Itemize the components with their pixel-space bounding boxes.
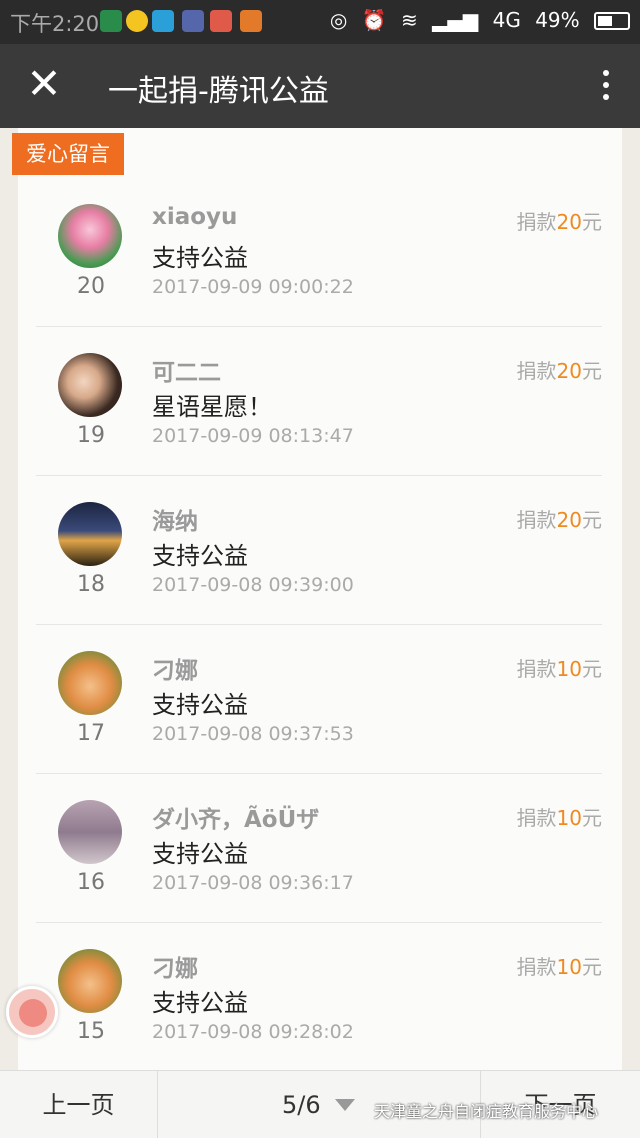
close-icon[interactable]: ✕ xyxy=(24,63,64,105)
watermark: 天津童之舟自闭症教育服务中心 xyxy=(374,1102,599,1121)
donation-amount: 捐款20元 xyxy=(516,210,602,234)
donation-amount: 捐款10元 xyxy=(516,955,602,979)
battery-icon xyxy=(594,12,630,30)
avatar[interactable] xyxy=(58,949,122,1013)
donation-rank: 16 xyxy=(77,870,105,895)
donation-time: 2017-09-09 09:00:22 xyxy=(152,276,354,298)
page-title: 一起捐-腾讯公益 xyxy=(108,74,329,109)
donation-rank: 17 xyxy=(77,721,105,746)
title-bar: ✕ 一起捐-腾讯公益 xyxy=(0,44,640,128)
donation-message: 支持公益 xyxy=(152,840,248,868)
upload-icon xyxy=(182,10,204,32)
donation-time: 2017-09-08 09:37:53 xyxy=(152,723,354,745)
status-right: ◎ ⏰ ≋ ▂▄▆ 4G 49% xyxy=(322,8,630,32)
donation-list: 20 xiaoyu 支持公益 2017-09-09 09:00:22 捐款20元… xyxy=(18,128,622,1070)
prev-page-button[interactable]: 上一页 xyxy=(0,1071,158,1138)
avatar[interactable] xyxy=(58,353,122,417)
donation-rank: 18 xyxy=(77,572,105,597)
section-tag: 爱心留言 xyxy=(12,133,124,175)
status-time: 下午2:20 xyxy=(10,12,100,36)
donation-rank: 15 xyxy=(77,1019,105,1044)
battery-level: 49% xyxy=(535,8,580,32)
app-icon xyxy=(152,10,174,32)
floating-like-button[interactable] xyxy=(6,986,58,1038)
avatar[interactable] xyxy=(58,800,122,864)
donation-message: 支持公益 xyxy=(152,691,248,719)
donor-name: xiaoyu xyxy=(152,204,238,230)
signal-icon: ▂▄▆ xyxy=(432,8,479,32)
donation-amount: 捐款10元 xyxy=(516,806,602,830)
app-icon xyxy=(240,10,262,32)
donation-row: 15 刁娜 支持公益 2017-09-08 09:28:02 捐款10元 xyxy=(36,923,602,1070)
status-bar: 下午2:20 ◎ ⏰ ≋ ▂▄▆ 4G 49% xyxy=(0,0,640,44)
donation-time: 2017-09-08 09:28:02 xyxy=(152,1021,354,1043)
donation-message: 支持公益 xyxy=(152,244,248,272)
page-indicator: 5/6 xyxy=(282,1091,321,1119)
donation-amount: 捐款20元 xyxy=(516,508,602,532)
donation-message: 支持公益 xyxy=(152,542,248,570)
donation-time: 2017-09-08 09:36:17 xyxy=(152,872,354,894)
donation-time: 2017-09-09 08:13:47 xyxy=(152,425,354,447)
donation-time: 2017-09-08 09:39:00 xyxy=(152,574,354,596)
network-type: 4G xyxy=(492,8,521,32)
donation-row: 17 刁娜 支持公益 2017-09-08 09:37:53 捐款10元 xyxy=(36,625,602,774)
heart-icon xyxy=(19,999,47,1027)
donor-name: 可二二 xyxy=(152,360,221,386)
donation-message: 星语星愿！ xyxy=(152,393,272,421)
alarm-icon: ⏰ xyxy=(361,8,387,32)
donation-rank: 19 xyxy=(77,423,105,448)
avatar[interactable] xyxy=(58,651,122,715)
wifi-icon: ≋ xyxy=(400,8,418,32)
donor-name: 刁娜 xyxy=(152,956,198,982)
donation-row: 16 ダ小齐，ÃöÜザ 支持公益 2017-09-08 09:36:17 捐款1… xyxy=(36,774,602,923)
donation-message: 支持公益 xyxy=(152,989,248,1017)
app-icon xyxy=(126,10,148,32)
donation-amount: 捐款20元 xyxy=(516,359,602,383)
donor-name: 刁娜 xyxy=(152,658,198,684)
chevron-down-icon xyxy=(334,1099,355,1111)
page-selector[interactable]: 5/6 xyxy=(282,1071,355,1138)
location-icon: ◎ xyxy=(329,8,348,32)
avatar[interactable] xyxy=(58,204,122,268)
avatar[interactable] xyxy=(58,502,122,566)
app-icon xyxy=(210,10,232,32)
donation-amount: 捐款10元 xyxy=(516,657,602,681)
donation-rank: 20 xyxy=(77,274,105,299)
donation-row: 20 xiaoyu 支持公益 2017-09-09 09:00:22 捐款20元 xyxy=(36,178,602,327)
more-menu-icon[interactable] xyxy=(600,66,612,106)
donation-row: 19 可二二 星语星愿！ 2017-09-09 08:13:47 捐款20元 xyxy=(36,327,602,476)
app-icon xyxy=(100,10,122,32)
donation-row: 18 海纳 支持公益 2017-09-08 09:39:00 捐款20元 xyxy=(36,476,602,625)
donor-name: 海纳 xyxy=(152,509,198,535)
donor-name: ダ小齐，ÃöÜザ xyxy=(152,807,320,833)
